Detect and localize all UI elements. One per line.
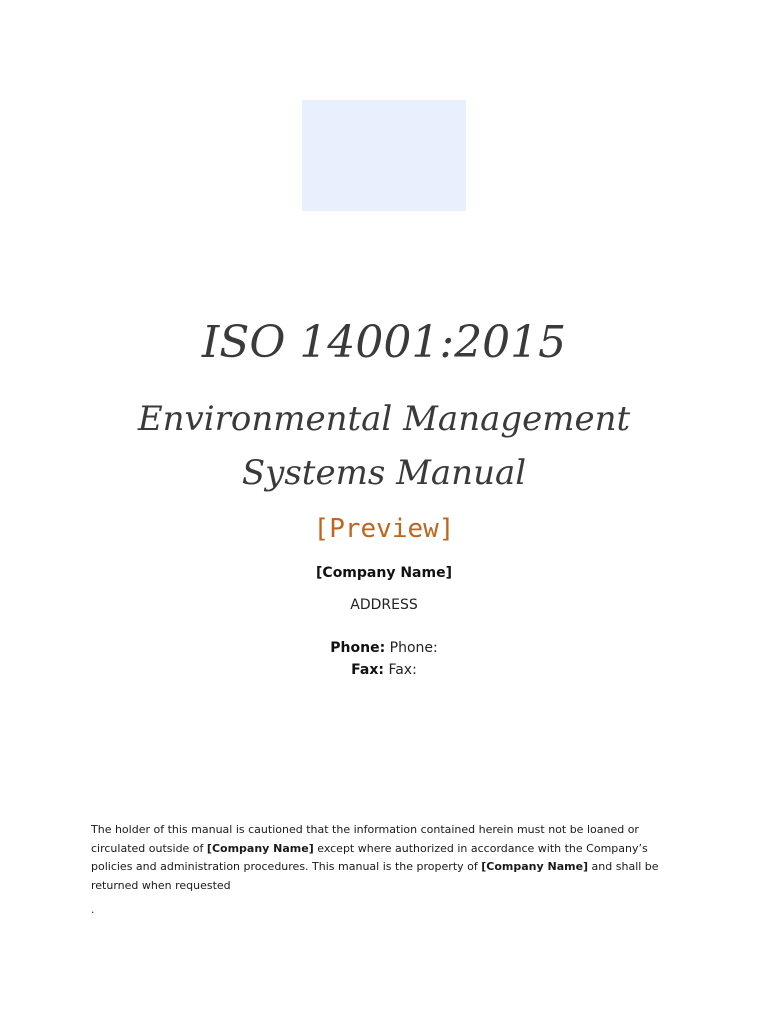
notice-company-2: [Company Name]: [481, 860, 589, 873]
phone-line: Phone: Phone:: [0, 638, 768, 658]
logo-placeholder: [302, 100, 466, 211]
notice-company-1: [Company Name]: [206, 841, 314, 855]
document-title: ISO 14001:2015: [201, 317, 567, 368]
document-page: ISO 14001:2015 Environmental Management …: [0, 0, 768, 1024]
fax-label: Fax:: [351, 662, 384, 678]
trailing-mark: .: [91, 903, 95, 916]
company-address: ADDRESS: [350, 597, 418, 613]
subtitle-line-2: Systems Manual: [241, 453, 527, 493]
ownership-notice: The holder of this manual is cautioned t…: [91, 821, 691, 895]
subtitle-line-1: Environmental Management: [137, 399, 631, 439]
phone-value: Phone:: [389, 640, 438, 656]
fax-value: Fax:: [388, 662, 417, 678]
preview-label: [Preview]: [313, 514, 455, 544]
company-name: [Company Name]: [316, 565, 452, 581]
document-subtitle: Environmental Management Systems Manual: [0, 392, 768, 500]
phone-label: Phone:: [330, 640, 386, 656]
fax-line: Fax: Fax:: [0, 660, 768, 680]
